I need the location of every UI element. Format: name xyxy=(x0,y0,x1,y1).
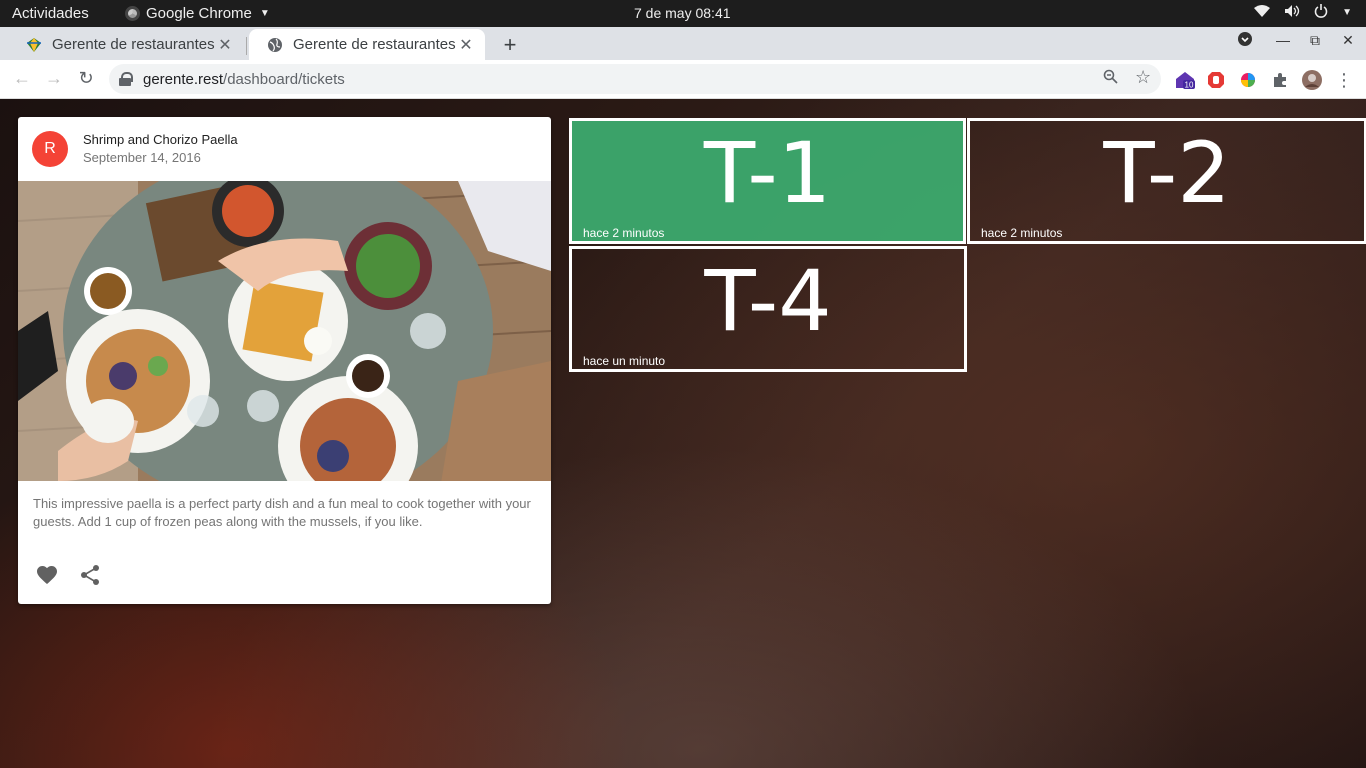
profile-avatar[interactable] xyxy=(1302,70,1322,90)
volume-icon xyxy=(1284,4,1300,22)
avatar: R xyxy=(32,131,68,167)
close-tab-icon[interactable]: ✕ xyxy=(457,35,475,55)
chrome-icon xyxy=(125,6,140,21)
minimize-icon[interactable]: — xyxy=(1272,32,1294,48)
tab-strip: Gerente de restaurantes ✕ Gerente de res… xyxy=(0,27,1366,60)
ticket-t1[interactable]: T-1 hace 2 minutos xyxy=(569,118,966,244)
tab-search-icon[interactable] xyxy=(1234,32,1256,49)
back-icon[interactable]: ← xyxy=(11,68,33,89)
extension-badge: 10 xyxy=(1185,81,1194,90)
ticket-number: T-1 xyxy=(703,124,832,222)
url-path: /dashboard/tickets xyxy=(223,70,345,88)
bookmark-star-icon[interactable]: ☆ xyxy=(1135,67,1151,88)
url-host: gerente.rest xyxy=(143,70,224,88)
paella-photo xyxy=(18,181,551,481)
recipe-card: R Shrimp and Chorizo Paella September 14… xyxy=(18,117,551,604)
zoom-icon[interactable] xyxy=(1103,69,1118,89)
browser-toolbar: ← → ↻ gerente.rest/dashboard/tickets ☆ 1… xyxy=(0,60,1366,99)
ticket-t4[interactable]: T-4 hace un minuto xyxy=(569,246,967,372)
system-tray[interactable]: ▼ xyxy=(1254,4,1352,22)
close-window-icon[interactable]: ✕ xyxy=(1337,32,1359,49)
card-subheader: September 14, 2016 xyxy=(83,150,201,165)
clock[interactable]: 7 de may 08:41 xyxy=(634,5,731,21)
power-icon xyxy=(1314,4,1328,22)
ticket-time: hace 2 minutos xyxy=(981,226,1063,240)
app-menu[interactable]: Google Chrome ▼ xyxy=(125,5,270,22)
ticket-number: T-4 xyxy=(704,252,832,350)
ticket-time: hace un minuto xyxy=(583,354,666,368)
extension-home-icon[interactable]: 10 xyxy=(1175,70,1195,90)
extensions-puzzle-icon[interactable] xyxy=(1270,70,1290,90)
color-picker-icon[interactable] xyxy=(1238,70,1258,90)
forward-icon[interactable]: → xyxy=(43,68,65,89)
caret-down-icon: ▼ xyxy=(1342,7,1352,18)
globe-icon xyxy=(267,37,283,53)
tab-title: Gerente de restaurantes xyxy=(52,36,215,53)
tab-gerente-2[interactable]: Gerente de restaurantes ✕ xyxy=(249,29,485,60)
card-title: Shrimp and Chorizo Paella xyxy=(83,132,238,147)
lock-icon[interactable] xyxy=(119,72,133,86)
tab-divider xyxy=(246,37,247,55)
activities-button[interactable]: Actividades xyxy=(12,5,89,22)
adblock-icon[interactable] xyxy=(1206,70,1226,90)
dashboard-tickets-page: R Shrimp and Chorizo Paella September 14… xyxy=(0,99,1366,768)
restaurant-favicon-icon xyxy=(26,37,42,53)
address-bar[interactable]: gerente.rest/dashboard/tickets ☆ xyxy=(109,64,1161,94)
close-tab-icon[interactable]: ✕ xyxy=(216,35,234,55)
card-description: This impressive paella is a perfect part… xyxy=(33,496,531,529)
reload-icon[interactable]: ↻ xyxy=(75,68,97,89)
ticket-t2[interactable]: T-2 hace 2 minutos xyxy=(967,118,1366,244)
favorite-icon[interactable] xyxy=(35,563,59,587)
tab-gerente-1[interactable]: Gerente de restaurantes ✕ xyxy=(8,29,244,60)
app-name: Google Chrome xyxy=(146,5,252,22)
maximize-icon[interactable]: ⧉ xyxy=(1304,32,1326,49)
wifi-icon xyxy=(1254,4,1271,22)
ticket-time: hace 2 minutos xyxy=(583,226,665,240)
share-icon[interactable] xyxy=(78,563,102,587)
caret-down-icon: ▼ xyxy=(259,8,270,19)
more-menu-icon[interactable]: ⋮ xyxy=(1334,70,1354,90)
new-tab-icon[interactable]: + xyxy=(498,32,522,58)
tab-title: Gerente de restaurantes xyxy=(293,36,456,53)
ticket-number: T-2 xyxy=(1103,124,1231,222)
system-top-bar: Actividades Google Chrome ▼ 7 de may 08:… xyxy=(0,0,1366,27)
